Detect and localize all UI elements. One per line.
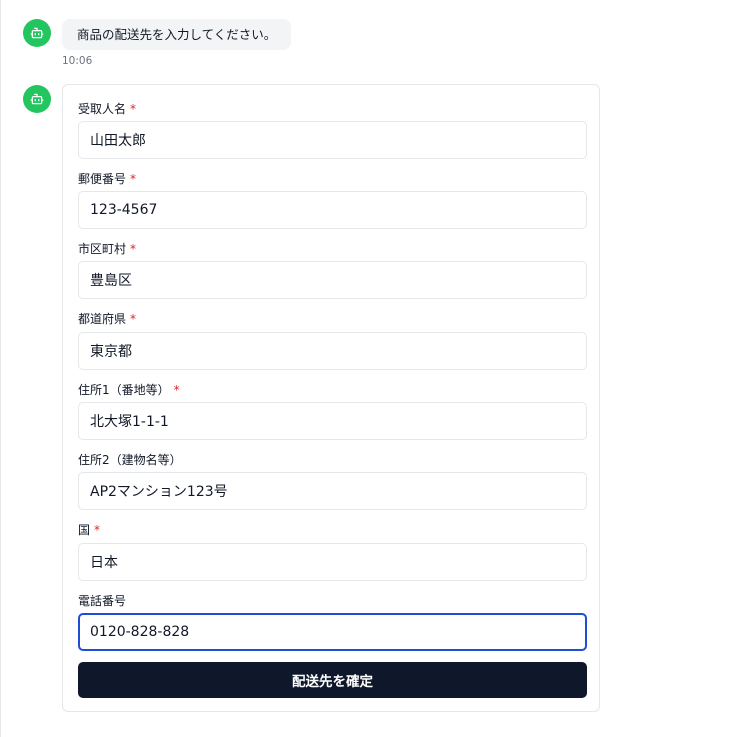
country-label: 国 *: [78, 523, 101, 537]
bot-icon: [30, 93, 44, 105]
required-mark: *: [94, 523, 101, 537]
phone-label: 電話番号: [78, 594, 127, 608]
confirm-address-button[interactable]: 配送先を確定: [78, 662, 587, 698]
phone-input[interactable]: [78, 613, 587, 651]
city-input[interactable]: [78, 261, 587, 299]
address-line2-label: 住所2（建物名等）: [78, 453, 182, 467]
recipient-name-input[interactable]: [78, 121, 587, 159]
bot-avatar: [23, 19, 51, 47]
address-line1-label: 住所1（番地等） *: [78, 383, 180, 397]
required-mark: *: [130, 172, 137, 186]
address-line1-input[interactable]: [78, 402, 587, 440]
postal-code-input[interactable]: [78, 191, 587, 229]
left-divider: [0, 0, 1, 737]
required-mark: *: [130, 312, 137, 326]
bot-icon: [30, 27, 44, 39]
shipping-address-form: 受取人名* 郵便番号* 市区町村* 都道府県* 住所1（番地等）* 住所2（建物…: [62, 84, 600, 712]
city-label: 市区町村 *: [78, 242, 137, 256]
country-input[interactable]: [78, 543, 587, 581]
prefecture-input[interactable]: [78, 332, 587, 370]
required-mark: *: [130, 242, 137, 256]
required-mark: *: [130, 102, 137, 116]
recipient-name-label: 受取人名 *: [78, 102, 137, 116]
bot-message-bubble: 商品の配送先を入力してください。: [62, 19, 292, 50]
message-timestamp: 10:06: [62, 55, 93, 67]
address-line2-input[interactable]: [78, 472, 587, 510]
required-mark: *: [173, 383, 180, 397]
prefecture-label: 都道府県 *: [78, 312, 137, 326]
bot-avatar: [23, 85, 51, 113]
postal-code-label: 郵便番号 *: [78, 172, 137, 186]
